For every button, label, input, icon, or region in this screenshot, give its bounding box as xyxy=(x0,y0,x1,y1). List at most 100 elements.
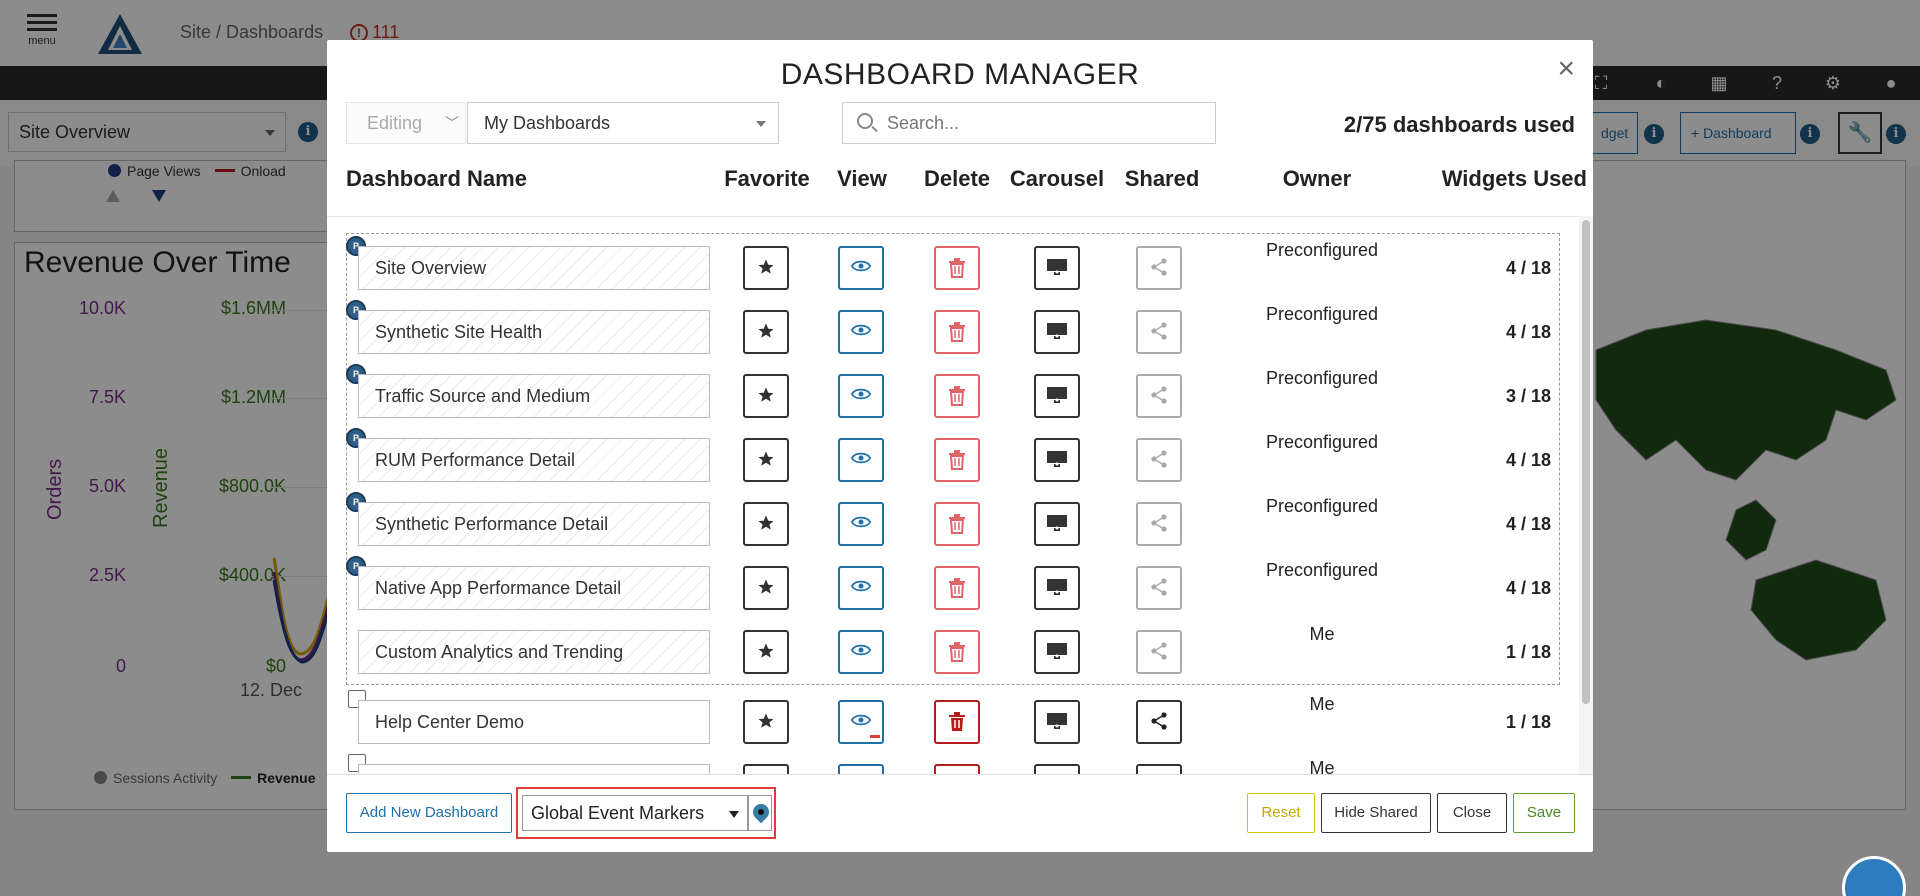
search-input[interactable] xyxy=(887,103,1207,143)
delete-button[interactable] xyxy=(934,700,980,744)
owner-value: Preconfigured xyxy=(1265,368,1379,388)
close-icon[interactable]: × xyxy=(1557,54,1575,84)
event-markers-value: Global Event Markers xyxy=(531,803,705,823)
column-header-view: View xyxy=(837,166,887,191)
map-pin-icon xyxy=(749,800,773,824)
share-button[interactable] xyxy=(1136,630,1182,674)
favorite-button[interactable] xyxy=(743,700,789,744)
dashboard-name-field: Traffic Source and Medium xyxy=(358,374,710,418)
search-box xyxy=(842,102,1216,144)
close-button[interactable]: Close xyxy=(1437,793,1507,833)
favorite-button[interactable] xyxy=(743,566,789,610)
owner-value: Preconfigured xyxy=(1265,304,1379,324)
favorite-button[interactable] xyxy=(743,438,789,482)
carousel-button[interactable] xyxy=(1034,374,1080,418)
view-button[interactable] xyxy=(838,310,884,354)
dashboard-list[interactable]: P Site Overview Preconfigured 4 / 18 P S… xyxy=(327,218,1577,774)
carousel-button[interactable] xyxy=(1034,630,1080,674)
view-button[interactable] xyxy=(838,246,884,290)
share-icon xyxy=(1151,514,1167,532)
trash-icon xyxy=(949,578,965,598)
delete-button[interactable] xyxy=(934,764,980,774)
widgets-used-value: 4 / 18 xyxy=(1505,578,1551,598)
delete-button[interactable] xyxy=(934,374,980,418)
dashboard-filter-value: My Dashboards xyxy=(484,113,611,133)
share-icon xyxy=(1151,712,1167,730)
carousel-button[interactable] xyxy=(1034,246,1080,290)
share-button[interactable] xyxy=(1136,764,1182,774)
eye-icon xyxy=(850,452,872,464)
event-markers-group: Global Event Markers xyxy=(516,787,776,839)
trash-icon xyxy=(949,712,965,731)
trash-icon xyxy=(949,258,965,278)
view-button[interactable] xyxy=(838,438,884,482)
carousel-button[interactable] xyxy=(1034,310,1080,354)
view-button[interactable] xyxy=(838,764,884,774)
widgets-used-value: 3 / 18 xyxy=(1505,386,1551,406)
view-button[interactable] xyxy=(838,566,884,610)
monitor-icon xyxy=(1047,515,1067,531)
view-button[interactable] xyxy=(838,374,884,418)
share-button[interactable] xyxy=(1136,310,1182,354)
favorite-button[interactable] xyxy=(743,764,789,774)
table-row: Help Center Demo Me 1 / 18 xyxy=(327,690,1577,754)
add-new-dashboard-button[interactable]: Add New Dashboard xyxy=(346,793,512,833)
view-button[interactable] xyxy=(838,630,884,674)
eye-icon xyxy=(850,516,872,528)
hide-shared-button[interactable]: Hide Shared xyxy=(1321,793,1431,833)
scrollbar-thumb[interactable] xyxy=(1582,220,1590,704)
carousel-button[interactable] xyxy=(1034,438,1080,482)
table-row: P RUM Performance Detail Preconfigured 4… xyxy=(327,428,1577,492)
monitor-icon xyxy=(1047,259,1067,275)
reset-button[interactable]: Reset xyxy=(1247,793,1315,833)
owner-value: Preconfigured xyxy=(1265,240,1379,260)
table-row: P Native App Performance Detail Preconfi… xyxy=(327,556,1577,620)
widgets-used-value: 4 / 18 xyxy=(1505,514,1551,534)
delete-button[interactable] xyxy=(934,566,980,610)
owner-value: Preconfigured xyxy=(1265,432,1379,452)
delete-button[interactable] xyxy=(934,246,980,290)
share-button[interactable] xyxy=(1136,700,1182,744)
delete-button[interactable] xyxy=(934,502,980,546)
delete-button[interactable] xyxy=(934,438,980,482)
trash-icon xyxy=(949,322,965,342)
eye-icon xyxy=(850,644,872,656)
carousel-button[interactable] xyxy=(1034,764,1080,774)
save-button[interactable]: Save xyxy=(1513,793,1575,833)
carousel-button[interactable] xyxy=(1034,566,1080,610)
dashboard-name-field[interactable] xyxy=(358,764,710,774)
chevron-down-icon: ﹀ xyxy=(445,115,459,131)
carousel-button[interactable] xyxy=(1034,502,1080,546)
delete-button[interactable] xyxy=(934,630,980,674)
favorite-button[interactable] xyxy=(743,374,789,418)
carousel-button[interactable] xyxy=(1034,700,1080,744)
dashboard-name-field: Synthetic Site Health xyxy=(358,310,710,354)
trash-icon xyxy=(949,642,965,662)
chevron-down-icon xyxy=(756,121,766,127)
share-button[interactable] xyxy=(1136,438,1182,482)
trash-icon xyxy=(949,386,965,406)
share-button[interactable] xyxy=(1136,502,1182,546)
column-header-favorite: Favorite xyxy=(724,166,810,191)
event-marker-button[interactable] xyxy=(748,795,773,831)
monitor-icon xyxy=(1047,323,1067,339)
table-row: P Synthetic Performance Detail Preconfig… xyxy=(327,492,1577,556)
monitor-icon xyxy=(1047,451,1067,467)
dashboard-name-field[interactable]: Help Center Demo xyxy=(358,700,710,744)
share-button[interactable] xyxy=(1136,374,1182,418)
favorite-button[interactable] xyxy=(743,310,789,354)
trash-icon xyxy=(949,450,965,470)
view-button[interactable] xyxy=(838,502,884,546)
share-button[interactable] xyxy=(1136,566,1182,610)
dashboard-filter-select[interactable]: My Dashboards xyxy=(467,102,779,144)
owner-value: Me xyxy=(1309,624,1335,644)
view-button[interactable] xyxy=(838,700,884,744)
favorite-button[interactable] xyxy=(743,630,789,674)
eye-icon xyxy=(850,324,872,336)
favorite-button[interactable] xyxy=(743,502,789,546)
event-markers-select[interactable]: Global Event Markers xyxy=(522,795,748,831)
favorite-button[interactable] xyxy=(743,246,789,290)
mode-select[interactable]: Editing ﹀ xyxy=(346,102,466,144)
share-button[interactable] xyxy=(1136,246,1182,290)
delete-button[interactable] xyxy=(934,310,980,354)
